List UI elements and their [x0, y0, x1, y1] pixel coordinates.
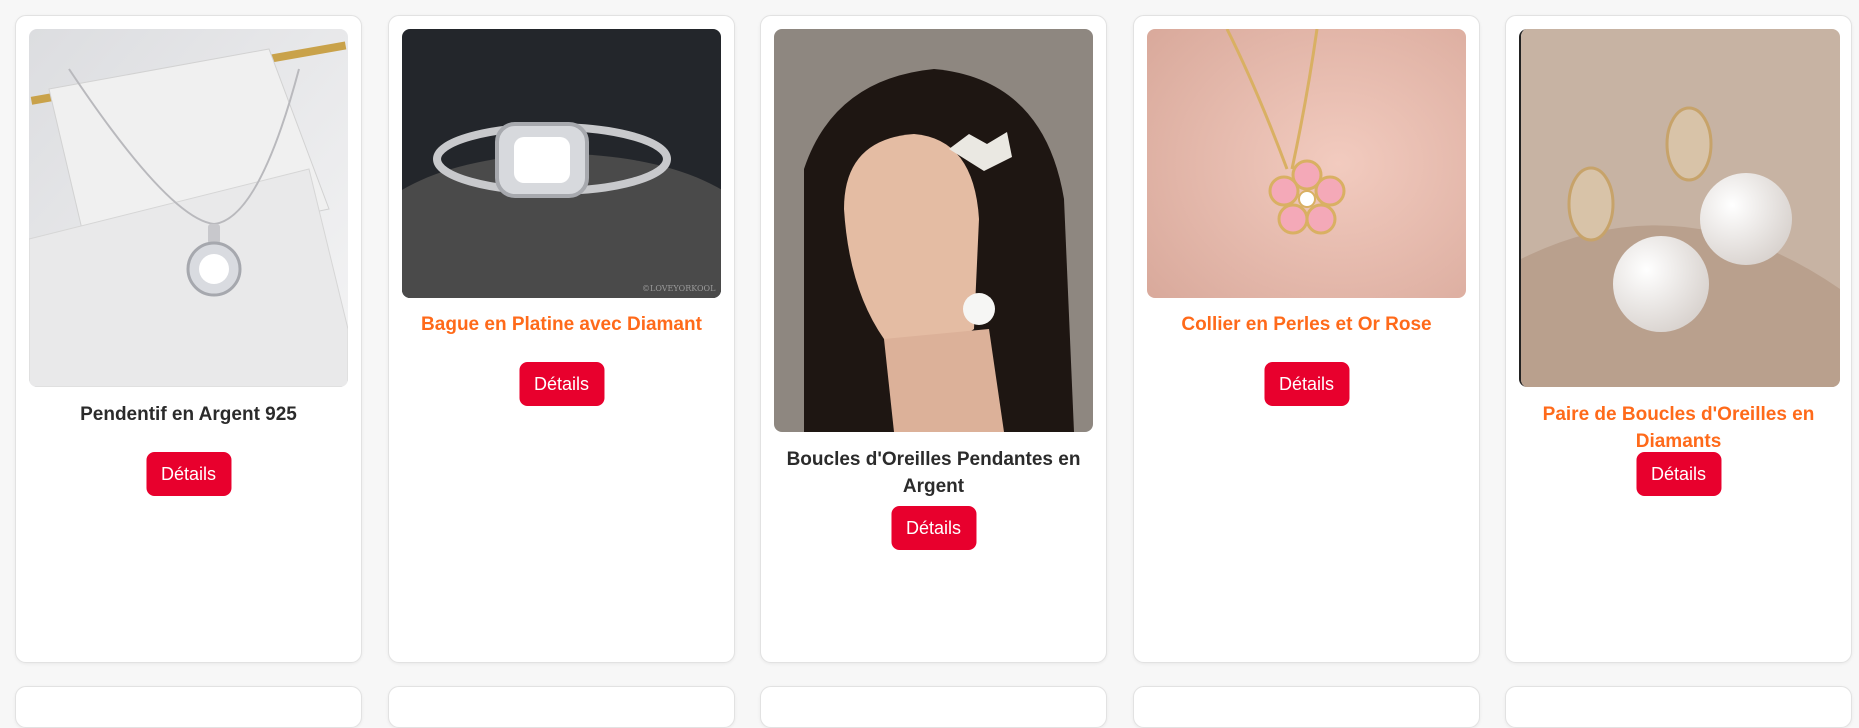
- product-card-partial: [388, 686, 735, 728]
- product-card: Pendentif en Argent 925 Détails: [15, 15, 362, 663]
- product-card: Paire de Boucles d'Oreilles en Diamants …: [1505, 15, 1852, 663]
- details-button[interactable]: Détails: [518, 362, 605, 406]
- pearl-earrings-image[interactable]: [1519, 29, 1840, 387]
- product-title: Pendentif en Argent 925: [80, 404, 297, 425]
- product-card-partial: [1133, 686, 1480, 728]
- product-title: Paire de Boucles d'Oreilles en Diamants: [1542, 404, 1815, 452]
- silver-pendant-image[interactable]: [29, 29, 348, 387]
- product-card: ©LOVEYORKOOL Bague en Platine avec Diama…: [388, 15, 735, 663]
- product-title: Collier en Perles et Or Rose: [1181, 314, 1432, 335]
- product-title: Bague en Platine avec Diamant: [421, 314, 702, 335]
- watermark: ©LOVEYORKOOL: [642, 284, 716, 293]
- product-card-partial: [15, 686, 362, 728]
- woman-earrings-image[interactable]: [774, 29, 1093, 432]
- product-card: Collier en Perles et Or Rose Détails: [1133, 15, 1480, 663]
- flower-necklace-image[interactable]: [1147, 29, 1466, 298]
- details-button[interactable]: Détails: [1263, 362, 1350, 406]
- product-title: Boucles d'Oreilles Pendantes en Argent: [786, 449, 1081, 497]
- platinum-ring-image[interactable]: ©LOVEYORKOOL: [402, 29, 721, 298]
- product-grid: Pendentif en Argent 925 Détails ©LOVEYOR…: [0, 0, 1859, 728]
- details-button[interactable]: Détails: [1635, 452, 1722, 496]
- product-card-partial: [1505, 686, 1852, 728]
- product-card-partial: [760, 686, 1107, 728]
- product-card: Boucles d'Oreilles Pendantes en Argent D…: [760, 15, 1107, 663]
- details-button[interactable]: Détails: [145, 452, 232, 496]
- details-button[interactable]: Détails: [890, 506, 977, 550]
